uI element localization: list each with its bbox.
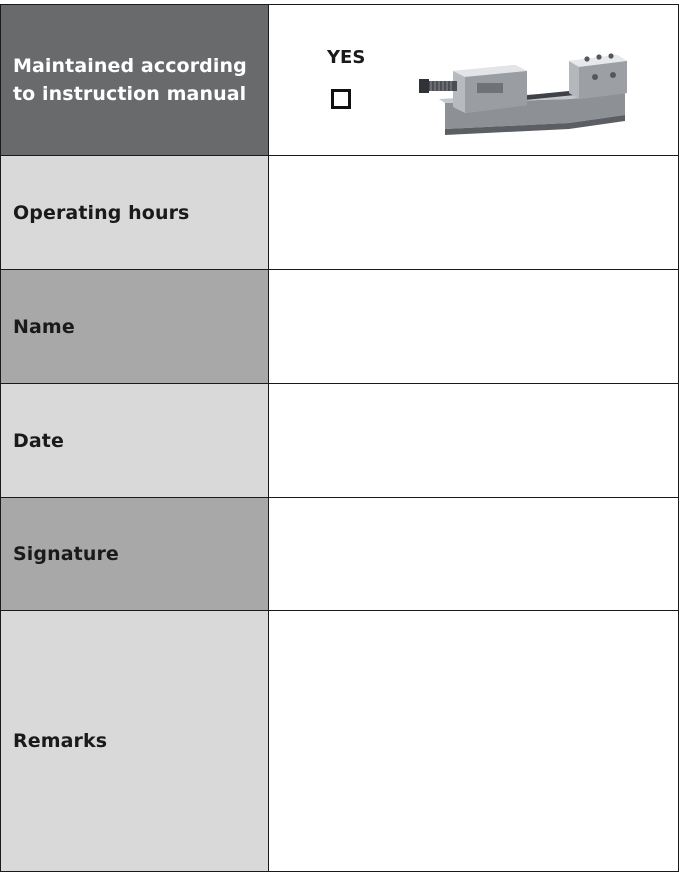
row-maintained: Maintained according to instruction manu…	[0, 4, 679, 155]
field-signature[interactable]	[268, 497, 679, 610]
field-name[interactable]	[268, 269, 679, 383]
maintenance-log-form: Maintained according to instruction manu…	[0, 0, 679, 872]
row-name: Name	[0, 269, 679, 383]
field-operating-hours[interactable]	[268, 155, 679, 269]
label-remarks: Remarks	[0, 610, 268, 872]
value-maintained: YES	[268, 4, 679, 155]
label-name: Name	[0, 269, 268, 383]
label-maintained: Maintained according to instruction manu…	[0, 4, 268, 155]
row-operating-hours: Operating hours	[0, 155, 679, 269]
row-date: Date	[0, 383, 679, 497]
yes-label: YES	[327, 47, 366, 68]
label-signature: Signature	[0, 497, 268, 610]
machine-vise-image	[419, 53, 627, 135]
field-remarks[interactable]	[268, 610, 679, 872]
field-date[interactable]	[268, 383, 679, 497]
row-signature: Signature	[0, 497, 679, 610]
yes-checkbox[interactable]	[331, 89, 351, 109]
label-date: Date	[0, 383, 268, 497]
label-operating-hours: Operating hours	[0, 155, 268, 269]
row-remarks: Remarks	[0, 610, 679, 872]
